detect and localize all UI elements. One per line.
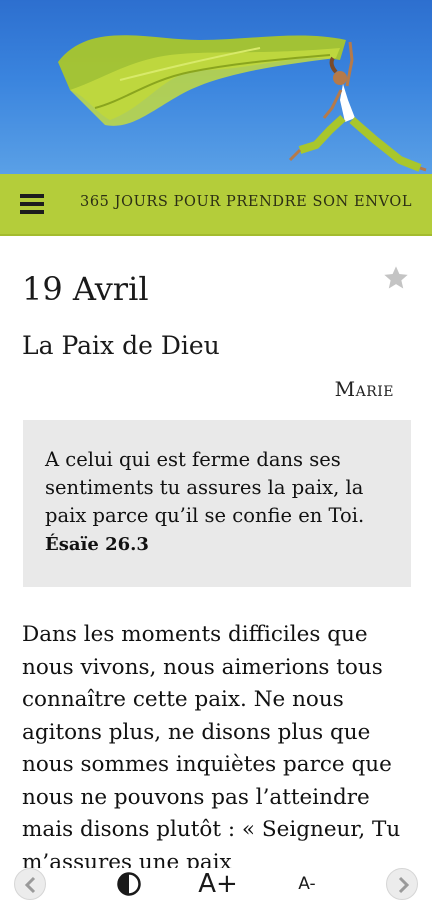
verse-text: A celui qui est ferme dans ses sentiment… (45, 448, 365, 527)
decrease-font-button[interactable]: A- (292, 868, 322, 900)
bible-verse-box: A celui qui est ferme dans ses sentiment… (23, 420, 411, 587)
verse-reference: Ésaïe 26.3 (45, 534, 149, 555)
menu-icon[interactable] (20, 194, 44, 214)
bottom-toolbar: A+ A- (0, 868, 432, 900)
header-banner-image (0, 0, 432, 174)
app-title: 365 JOURS POUR PRENDRE SON ENVOL (80, 194, 413, 210)
entry-author: Marie (334, 377, 394, 401)
previous-day-button[interactable] (14, 868, 46, 900)
contrast-toggle-button[interactable] (113, 868, 145, 900)
entry-title: La Paix de Dieu (22, 331, 220, 360)
entry-body: Dans les moments difficiles que nous viv… (22, 622, 401, 868)
chevron-right-icon (398, 876, 410, 894)
next-day-button[interactable] (386, 868, 418, 900)
chevron-left-icon (24, 876, 36, 894)
entry-date: 19 Avril (22, 270, 149, 308)
devotional-content[interactable]: 19 Avril La Paix de Dieu Marie A celui q… (0, 236, 432, 868)
app-header-bar: 365 JOURS POUR PRENDRE SON ENVOL (0, 174, 432, 236)
increase-font-button[interactable]: A+ (196, 868, 240, 900)
contrast-icon (117, 872, 141, 896)
favorite-star-icon[interactable] (382, 264, 410, 292)
